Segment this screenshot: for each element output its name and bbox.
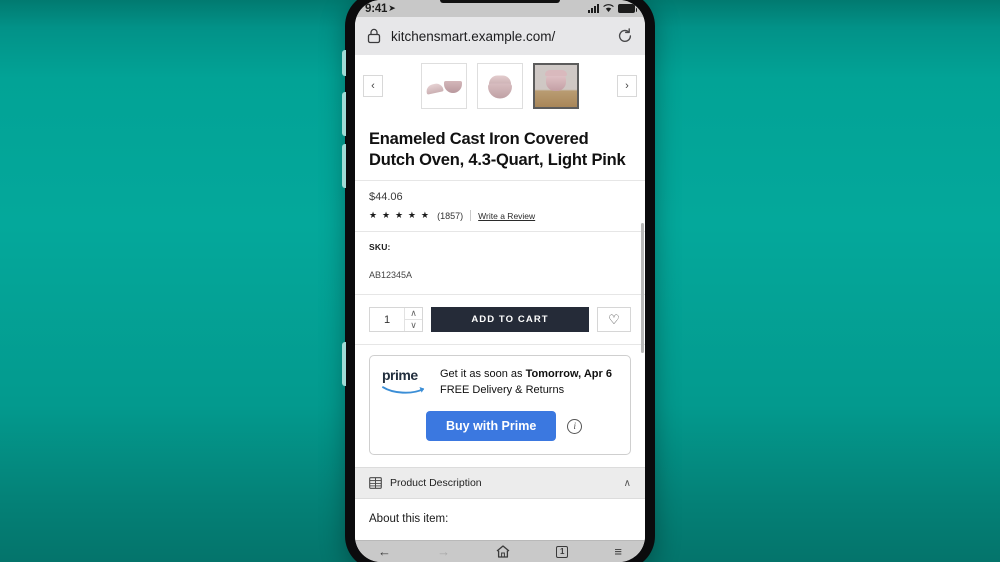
web-page-content: ‹ › Enameled Cast Iron Covered Dutch Ove… <box>355 55 645 540</box>
nav-home-button[interactable] <box>496 545 510 558</box>
quantity-value[interactable]: 1 <box>370 308 404 331</box>
add-to-cart-row: 1 ∧ ∨ ADD TO CART ♡ <box>355 295 645 346</box>
lock-icon <box>367 28 381 44</box>
prime-logo: prime <box>382 367 430 400</box>
star-rating-icon: ★ ★ ★ ★ ★ <box>369 210 431 221</box>
status-bar-time: 9:41 <box>365 2 388 15</box>
quantity-stepper[interactable]: 1 ∧ ∨ <box>369 307 423 333</box>
about-this-item-heading: About this item: <box>369 513 449 526</box>
info-circle-icon[interactable]: i <box>567 418 583 434</box>
delivery-returns-line: FREE Delivery & Returns <box>440 384 565 397</box>
accordion-label: Product Description <box>390 477 482 490</box>
carousel-thumbnail-2[interactable] <box>477 63 523 109</box>
write-review-link[interactable]: Write a Review <box>478 211 535 221</box>
product-price: $44.06 <box>369 191 403 204</box>
wifi-icon <box>603 4 614 12</box>
phone-side-button-1[interactable] <box>342 50 346 76</box>
signal-bars-icon <box>588 4 599 13</box>
prime-button-row: Buy with Prime i <box>382 411 618 442</box>
phone-volume-up-button[interactable] <box>342 92 346 136</box>
phone-volume-down-button[interactable] <box>342 144 346 188</box>
nav-menu-button[interactable]: ≡ <box>614 545 622 558</box>
sku-value: AB12345A <box>369 270 413 281</box>
nav-back-button[interactable]: ← <box>378 545 391 558</box>
browser-bottom-nav: ← → 1 ≡ <box>355 540 645 562</box>
heart-icon[interactable]: ♡ <box>597 307 631 333</box>
location-arrow-icon: ➤ <box>388 3 396 13</box>
delivery-prefix: Get it as soon as <box>440 368 526 381</box>
prime-card-top: prime Get it as soon as Tomorrow, Apr 6 … <box>382 367 618 400</box>
prime-swoosh-icon <box>382 386 425 394</box>
quantity-increase-button[interactable]: ∧ <box>405 308 422 319</box>
chevron-up-icon[interactable]: ∧ <box>624 478 631 489</box>
product-description-accordion[interactable]: Product Description ∧ <box>355 467 645 500</box>
product-price-section: $44.06 ★ ★ ★ ★ ★ (1857) Write a Review <box>355 181 645 233</box>
add-to-cart-button[interactable]: ADD TO CART <box>431 307 589 333</box>
sku-label: SKU: <box>369 242 391 253</box>
browser-url-bar[interactable]: kitchensmart.example.com/ <box>355 17 645 55</box>
reload-icon[interactable] <box>617 28 633 44</box>
product-title-section: Enameled Cast Iron Covered Dutch Oven, 4… <box>355 119 645 182</box>
prime-delivery-message: Get it as soon as Tomorrow, Apr 6 FREE D… <box>440 367 612 399</box>
battery-full-icon <box>618 4 637 13</box>
phone-power-button[interactable] <box>342 342 346 386</box>
dutch-oven-closed-image <box>488 75 512 99</box>
prime-delivery-banner: prime Get it as soon as Tomorrow, Apr 6 … <box>355 345 645 467</box>
carousel-thumbnail-1[interactable] <box>421 63 467 109</box>
buy-with-prime-button[interactable]: Buy with Prime <box>426 411 557 442</box>
nav-tab-count-button[interactable]: 1 <box>556 545 569 558</box>
product-sku-section: SKU: AB12345A <box>355 232 645 296</box>
prime-card: prime Get it as soon as Tomorrow, Apr 6 … <box>369 355 631 456</box>
carousel-next-button[interactable]: › <box>617 75 637 97</box>
url-text[interactable]: kitchensmart.example.com/ <box>391 29 607 44</box>
prime-wordmark: prime <box>382 367 418 384</box>
phone-screen: 9:41 ➤ kitchensmart.example.com/ ‹ › Ena… <box>355 0 645 562</box>
carousel-thumbnail-3[interactable] <box>533 63 579 109</box>
delivery-date: Tomorrow, Apr 6 <box>525 368 612 381</box>
phone-notch <box>440 0 560 3</box>
status-bar-indicators <box>588 4 637 13</box>
product-rating-row: ★ ★ ★ ★ ★ (1857) Write a Review <box>369 210 631 222</box>
quantity-decrease-button[interactable]: ∨ <box>405 319 422 331</box>
page-title: Enameled Cast Iron Covered Dutch Oven, 4… <box>369 130 626 169</box>
table-grid-icon <box>369 477 382 490</box>
dutch-oven-open-lid-image <box>425 80 462 95</box>
product-image-carousel: ‹ › <box>355 55 645 119</box>
status-bar: 9:41 ➤ <box>355 0 645 17</box>
review-count: (1857) <box>437 210 464 221</box>
quantity-stepper-buttons: ∧ ∨ <box>404 308 422 332</box>
nav-forward-button: → <box>437 544 451 559</box>
phone-device-frame: 9:41 ➤ kitchensmart.example.com/ ‹ › Ena… <box>342 0 655 562</box>
divider <box>470 210 472 222</box>
page-scrollbar[interactable] <box>641 223 644 353</box>
carousel-prev-button[interactable]: ‹ <box>363 75 383 97</box>
carousel-thumbnail-list <box>421 63 579 109</box>
